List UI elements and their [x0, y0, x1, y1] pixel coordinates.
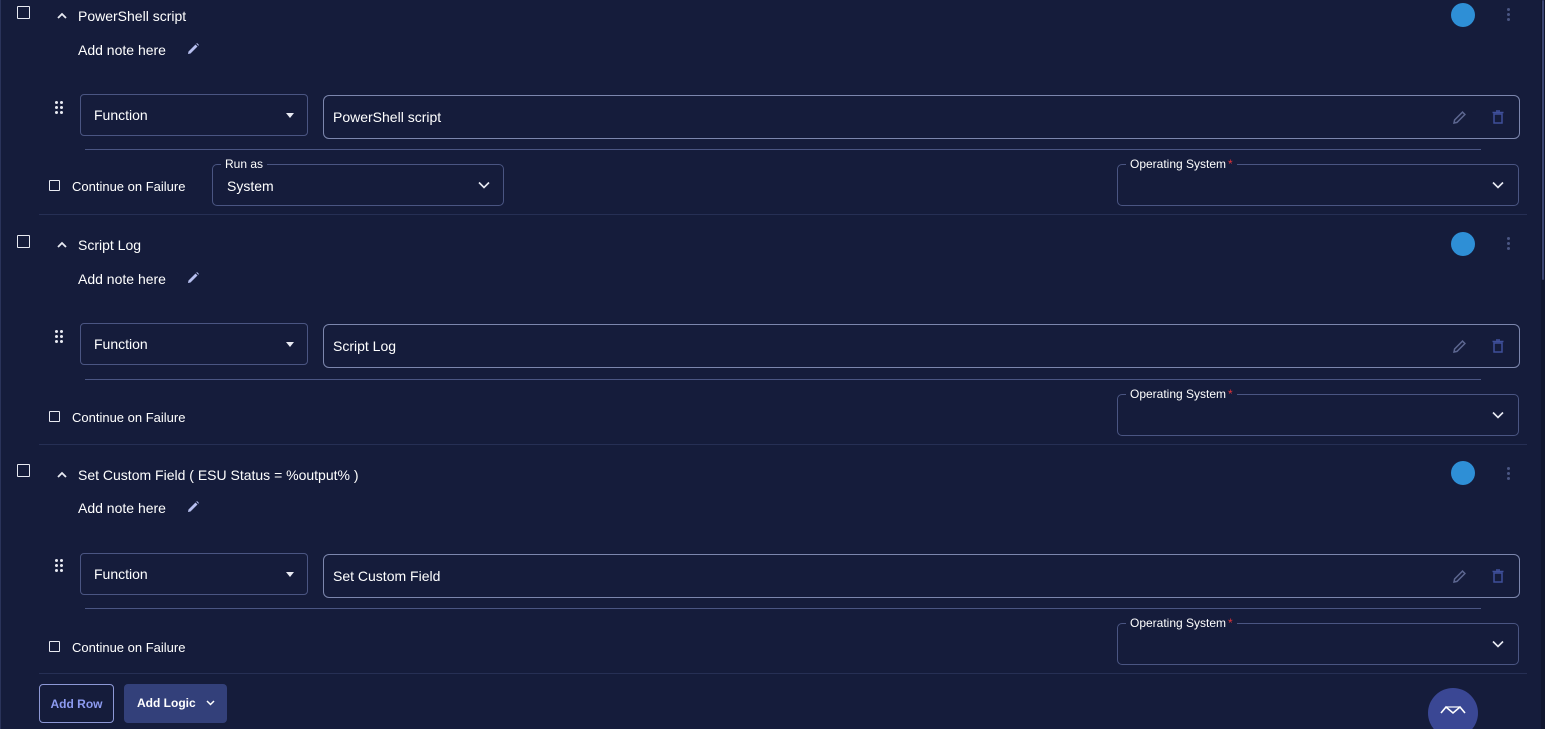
scrollbar[interactable] [1541, 0, 1545, 729]
chevron-up-icon[interactable] [57, 11, 67, 21]
pencil-icon[interactable] [186, 271, 200, 285]
function-type-select[interactable]: Function [80, 94, 308, 136]
function-name-value: PowerShell script [333, 109, 442, 125]
trash-icon[interactable] [1490, 568, 1506, 584]
function-type-value: Function [94, 566, 148, 582]
step-select-checkbox[interactable] [17, 6, 30, 19]
operating-system-label: Operating System * [1126, 387, 1237, 401]
drag-handle-icon[interactable] [55, 330, 65, 344]
chevron-up-icon[interactable] [57, 240, 67, 250]
run-as-select[interactable]: Run as System [212, 157, 504, 206]
add-row-button[interactable]: Add Row [39, 684, 114, 723]
scrollbar-thumb[interactable] [1542, 0, 1544, 280]
drag-handle-icon[interactable] [55, 559, 65, 573]
function-name-field[interactable]: Script Log [323, 324, 1520, 368]
row-divider [85, 149, 1481, 150]
kebab-icon[interactable] [1503, 7, 1513, 23]
step-divider [39, 673, 1527, 674]
run-as-value: System [227, 178, 274, 194]
step-divider [39, 444, 1527, 445]
operating-system-label: Operating System * [1126, 616, 1237, 630]
continue-on-failure-label: Continue on Failure [72, 410, 186, 425]
continue-on-failure-checkbox[interactable] [49, 641, 60, 652]
step-title: PowerShell script [78, 8, 187, 24]
chevron-down-icon [206, 700, 215, 706]
pencil-icon[interactable] [1452, 109, 1468, 125]
add-logic-button[interactable]: Add Logic [124, 684, 227, 723]
step-card: PowerShell script Add note here Function… [1, 0, 1541, 229]
automation-steps-panel: PowerShell script Add note here Function… [0, 0, 1545, 729]
run-as-label: Run as [221, 157, 268, 171]
trash-icon[interactable] [1490, 109, 1506, 125]
row-divider [85, 608, 1481, 609]
step-title: Set Custom Field ( ESU Status = %output%… [78, 467, 359, 483]
pencil-icon[interactable] [186, 42, 200, 56]
function-name-field[interactable]: PowerShell script [323, 95, 1520, 139]
continue-on-failure-checkbox[interactable] [49, 180, 60, 191]
function-type-value: Function [94, 107, 148, 123]
operating-system-select[interactable]: Operating System * [1117, 616, 1519, 665]
step-card: Set Custom Field ( ESU Status = %output%… [1, 458, 1541, 687]
operating-system-select[interactable]: Operating System * [1117, 387, 1519, 436]
row-divider [85, 379, 1481, 380]
status-dot [1451, 3, 1475, 27]
kebab-icon[interactable] [1503, 466, 1513, 482]
assistant-button[interactable] [1428, 688, 1478, 729]
add-note-label[interactable]: Add note here [78, 42, 166, 58]
step-title: Script Log [78, 237, 142, 253]
chevron-down-icon [1492, 411, 1504, 419]
caret-down-icon [286, 572, 294, 577]
chevron-down-icon [1492, 181, 1504, 189]
step-select-checkbox[interactable] [17, 235, 30, 248]
kebab-icon[interactable] [1503, 236, 1513, 252]
pencil-icon[interactable] [186, 500, 200, 514]
status-dot [1451, 232, 1475, 256]
function-type-select[interactable]: Function [80, 553, 308, 595]
chevron-down-icon [1492, 640, 1504, 648]
step-card: Script Log Add note here Function Script… [1, 229, 1541, 458]
pencil-icon[interactable] [1452, 568, 1468, 584]
step-select-checkbox[interactable] [17, 464, 30, 477]
caret-down-icon [286, 342, 294, 347]
trash-icon[interactable] [1490, 338, 1506, 354]
add-note-label[interactable]: Add note here [78, 271, 166, 287]
continue-on-failure-label: Continue on Failure [72, 179, 186, 194]
continue-on-failure-label: Continue on Failure [72, 640, 186, 655]
add-logic-label: Add Logic [137, 696, 196, 710]
status-dot [1451, 461, 1475, 485]
continue-on-failure-checkbox[interactable] [49, 411, 60, 422]
function-name-value: Script Log [333, 338, 397, 354]
caret-down-icon [286, 113, 294, 118]
drag-handle-icon[interactable] [55, 101, 65, 115]
add-note-label[interactable]: Add note here [78, 500, 166, 516]
function-type-value: Function [94, 336, 148, 352]
chevron-up-icon[interactable] [57, 470, 67, 480]
pencil-icon[interactable] [1452, 338, 1468, 354]
function-type-select[interactable]: Function [80, 323, 308, 365]
operating-system-label: Operating System * [1126, 157, 1237, 171]
function-name-field[interactable]: Set Custom Field [323, 554, 1520, 598]
operating-system-select[interactable]: Operating System * [1117, 157, 1519, 206]
chevron-down-icon [478, 181, 490, 189]
assistant-icon [1440, 705, 1466, 715]
function-name-value: Set Custom Field [333, 568, 441, 584]
step-divider [39, 214, 1527, 215]
